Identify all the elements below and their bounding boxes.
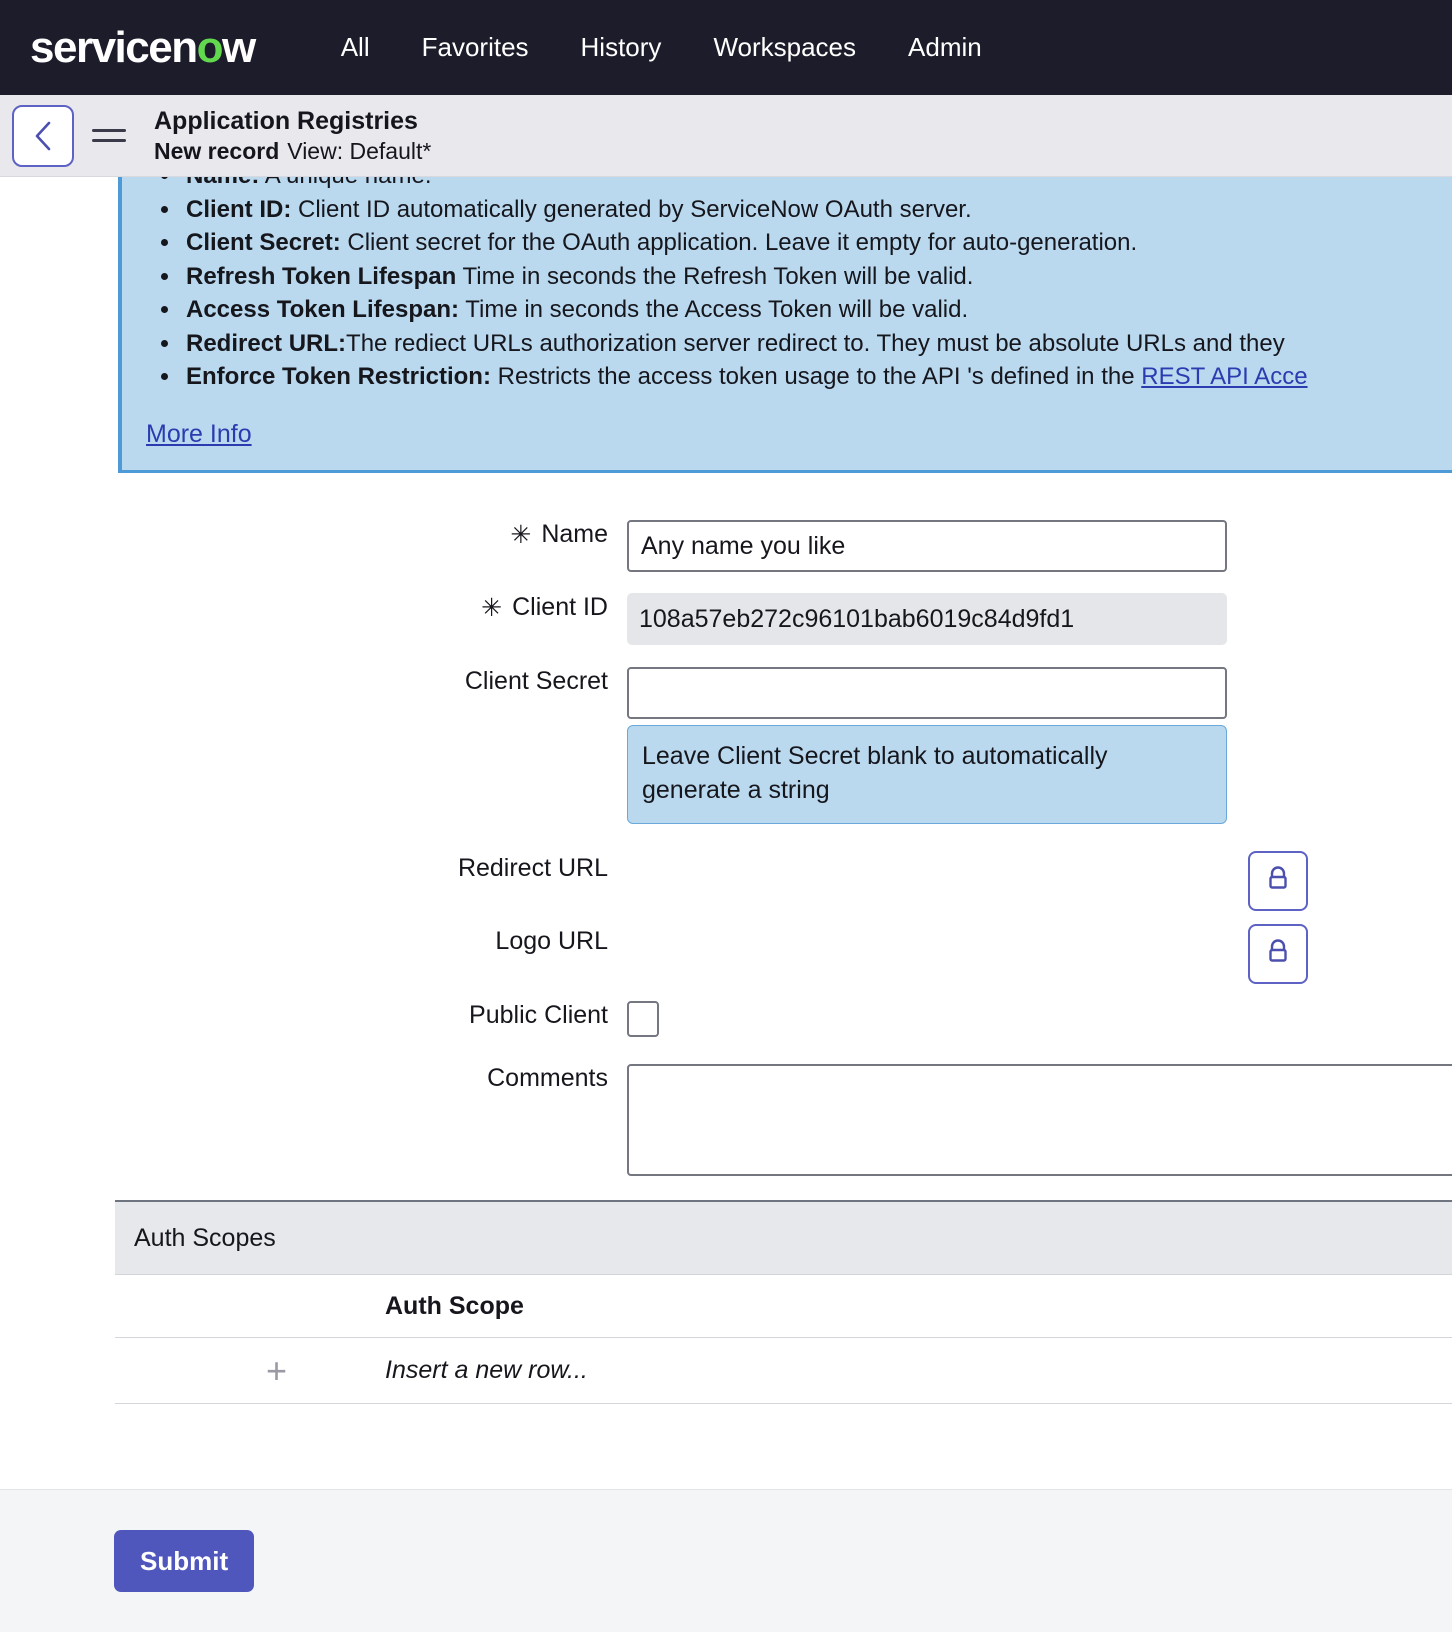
name-input[interactable] xyxy=(627,520,1227,572)
auth-scopes-column-header-row: Auth Scope xyxy=(115,1275,1452,1338)
auth-scopes-section: Auth Scopes Auth Scope + Insert a new ro… xyxy=(115,1200,1452,1404)
plus-icon[interactable]: + xyxy=(266,1352,287,1389)
info-text-redirect-url: The rediect URLs authorization server re… xyxy=(346,329,1285,357)
redirect-url-label: Redirect URL xyxy=(457,854,608,882)
auth-scopes-header[interactable]: Auth Scopes xyxy=(115,1200,1452,1274)
insert-new-row-label[interactable]: Insert a new row... xyxy=(385,1356,1452,1385)
info-text-client-id: Client ID automatically generated by Ser… xyxy=(291,195,972,223)
client-id-control xyxy=(627,593,1452,645)
info-text-client-secret: Client secret for the OAuth application.… xyxy=(340,229,1138,256)
public-client-label: Public Client xyxy=(469,1001,608,1029)
nav-item-all[interactable]: All xyxy=(315,24,396,71)
redirect-url-control xyxy=(627,851,1452,911)
comments-control xyxy=(627,1064,1452,1176)
client-id-label-text: Client ID xyxy=(512,593,608,621)
application-registry-form: ✳ Name ✳ Client ID Client Secret Leave Cli… xyxy=(0,473,1452,1176)
more-info-link[interactable]: More Info xyxy=(146,420,252,449)
servicenow-logo[interactable]: servicen o w xyxy=(30,22,256,72)
field-row-client-secret: Client Secret Leave Client Secret blank … xyxy=(0,667,1452,824)
rest-api-access-link[interactable]: REST API Acce xyxy=(1141,363,1307,390)
field-row-logo-url: Logo URL xyxy=(0,924,1452,984)
client-secret-label: Client Secret xyxy=(464,667,608,695)
field-row-client-id: ✳ Client ID xyxy=(0,593,1452,645)
back-button[interactable] xyxy=(12,104,74,167)
info-text-refresh-token: Time in seconds the Refresh Token will b… xyxy=(456,262,974,290)
info-bullet-name: Name: A unique name. xyxy=(182,177,1452,193)
info-term-redirect-url: Redirect URL: xyxy=(186,329,347,357)
client-id-input[interactable] xyxy=(627,593,1227,645)
field-row-redirect-url: Redirect URL xyxy=(0,851,1452,911)
info-banner: Name: A unique name. Client ID: Client I… xyxy=(118,177,1452,473)
record-status-line: New record View: Default* xyxy=(154,137,431,165)
name-control xyxy=(627,520,1452,572)
name-label: ✳ Name xyxy=(0,520,627,550)
nav-item-history[interactable]: History xyxy=(555,24,688,71)
logo-text-part1: servicen xyxy=(30,22,198,72)
logo-text-part2: o xyxy=(196,22,224,72)
info-bullet-refresh-token: Refresh Token Lifespan Time in seconds t… xyxy=(182,260,1452,294)
info-bullet-client-secret: Client Secret: Client secret for the OAu… xyxy=(182,226,1452,260)
field-row-name: ✳ Name xyxy=(0,520,1452,572)
logo-text-part3: w xyxy=(221,22,256,72)
nav-item-admin[interactable]: Admin xyxy=(882,24,1008,71)
chevron-left-icon xyxy=(30,119,56,153)
info-term-client-id: Client ID: xyxy=(186,195,292,223)
submit-button[interactable]: Submit xyxy=(114,1530,255,1592)
required-marker-icon: ✳ xyxy=(510,521,532,549)
form-footer: Submit xyxy=(0,1489,1452,1632)
info-term-refresh-token: Refresh Token Lifespan xyxy=(186,262,457,290)
field-row-comments: Comments xyxy=(0,1064,1452,1176)
comments-textarea[interactable] xyxy=(627,1064,1452,1176)
client-secret-input[interactable] xyxy=(627,667,1227,719)
client-secret-hint: Leave Client Secret blank to automatical… xyxy=(627,725,1227,824)
info-term-client-secret: Client Secret: xyxy=(186,229,341,256)
view-label: View: Default* xyxy=(287,137,432,164)
info-term-enforce-token: Enforce Token Restriction: xyxy=(186,363,491,390)
breadcrumb-bar: Application Registries New record View: D… xyxy=(0,95,1452,177)
auth-scope-column-header[interactable]: Auth Scope xyxy=(385,1292,1452,1321)
logo-url-lock-button[interactable] xyxy=(1248,924,1308,984)
info-bullet-list: Name: A unique name. Client ID: Client I… xyxy=(122,177,1452,394)
info-text-enforce-token: Restricts the access token usage to the … xyxy=(490,363,1142,390)
logo-url-label: Logo URL xyxy=(495,927,608,955)
hamburger-icon[interactable] xyxy=(92,114,136,158)
lock-icon xyxy=(1264,936,1292,973)
field-row-public-client: Public Client xyxy=(0,1001,1452,1037)
info-term-access-token: Access Token Lifespan: xyxy=(186,296,459,323)
logo-url-control xyxy=(627,924,1452,984)
nav-item-workspaces[interactable]: Workspaces xyxy=(687,24,882,71)
public-client-checkbox[interactable] xyxy=(627,1001,659,1037)
redirect-url-lock-button[interactable] xyxy=(1248,851,1308,911)
top-navigation-bar: servicen o w All Favorites History Workspa… xyxy=(0,0,1452,95)
auth-scopes-table: Auth Scope + Insert a new row... xyxy=(115,1274,1452,1404)
nav-item-favorites[interactable]: Favorites xyxy=(396,24,555,71)
info-text-name: A unique name. xyxy=(259,177,432,189)
client-id-label: ✳ Client ID xyxy=(0,593,627,623)
public-client-control xyxy=(627,1001,1452,1037)
name-label-text: Name xyxy=(541,520,608,548)
info-text-access-token: Time in seconds the Access Token will be… xyxy=(458,296,969,323)
table-row[interactable]: + Insert a new row... xyxy=(115,1338,1452,1404)
required-marker-icon: ✳ xyxy=(481,594,503,622)
top-nav-items: All Favorites History Workspaces Admin xyxy=(315,24,1008,71)
record-state: New record xyxy=(154,137,280,164)
client-secret-control: Leave Client Secret blank to automatical… xyxy=(627,667,1452,824)
breadcrumb: Application Registries New record View: D… xyxy=(154,106,431,165)
form-content-area: Name: A unique name. Client ID: Client I… xyxy=(0,177,1452,1632)
info-bullet-redirect-url: Redirect URL:The rediect URLs authorizat… xyxy=(182,327,1452,361)
comments-label: Comments xyxy=(487,1064,608,1092)
info-bullet-access-token: Access Token Lifespan: Time in seconds t… xyxy=(182,293,1452,327)
page-title: Application Registries xyxy=(154,107,418,136)
info-bullet-client-id: Client ID: Client ID automatically gener… xyxy=(182,193,1452,227)
info-bullet-enforce-token: Enforce Token Restriction: Restricts the… xyxy=(182,360,1452,394)
lock-icon xyxy=(1264,863,1292,900)
info-term-name: Name: xyxy=(186,177,259,189)
